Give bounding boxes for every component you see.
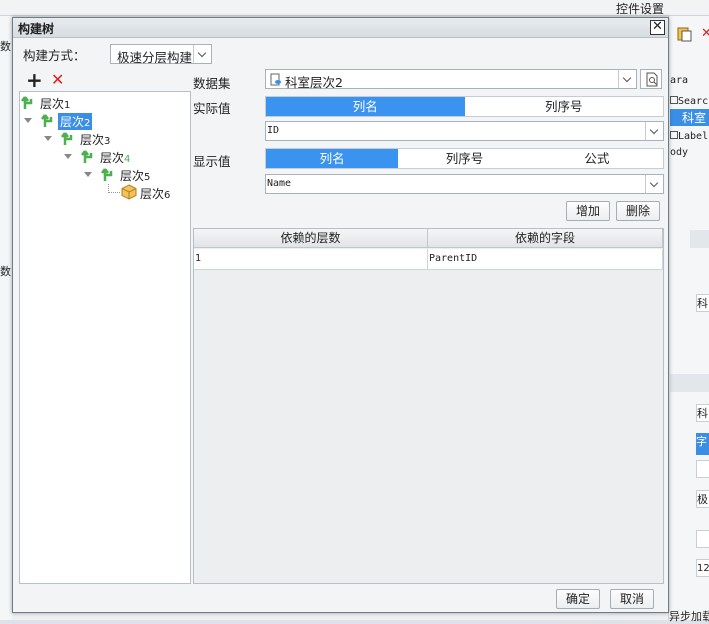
- display-value-mode-tabs: 列名 列序号 公式: [265, 148, 664, 169]
- dialog-title: 构建树: [18, 22, 55, 36]
- background-toolbar: 控件设置: [0, 0, 709, 16]
- chevron-down-icon: [618, 70, 636, 88]
- tab-column-index[interactable]: 列序号: [398, 149, 530, 168]
- chevron-down-icon: [645, 175, 663, 193]
- left-label-2: 数: [0, 265, 11, 278]
- dialog-close-button[interactable]: ✕: [650, 20, 665, 35]
- expand-arrow-icon[interactable]: [84, 172, 92, 177]
- background-bottom: [12, 612, 668, 620]
- build-tree-dialog: 构建树 ✕ 构建方式： 极速分层构建 + ✕ 层次1 层次2 层次3 层次4 层…: [12, 17, 669, 613]
- dialog-titlebar[interactable]: 构建树 ✕: [13, 18, 668, 38]
- database-icon: [270, 73, 282, 86]
- right-field-box-empty-2[interactable]: [696, 530, 709, 548]
- add-row-button[interactable]: 增加: [566, 201, 610, 221]
- right-section-header: [690, 230, 709, 248]
- background-left-panel: 数 数: [0, 16, 12, 620]
- actual-value-mode-tabs: 列名 列序号: [265, 96, 664, 117]
- right-field-box-2[interactable]: 科: [696, 404, 709, 422]
- hierarchy-icon: [61, 130, 77, 146]
- build-mode-value: 极速分层构建: [117, 50, 193, 65]
- tree-item-label[interactable]: Label: [670, 128, 708, 142]
- tree-node-label: 层次5: [120, 169, 151, 183]
- right-section-header-2: [670, 374, 709, 392]
- tab-column-name[interactable]: 列名: [266, 97, 465, 116]
- build-mode-select[interactable]: 极速分层构建: [110, 44, 212, 65]
- hierarchy-icon: [21, 94, 37, 110]
- table-cell-level[interactable]: 1: [194, 249, 428, 270]
- dataset-label: 数据集: [193, 76, 231, 91]
- tree-item-searc[interactable]: Searc: [670, 93, 708, 107]
- right-field-box-4[interactable]: 极: [696, 490, 709, 508]
- display-value-field: Name: [267, 178, 292, 189]
- paste-icon[interactable]: [677, 26, 693, 42]
- chevron-down-icon: [193, 45, 211, 63]
- tab-formula[interactable]: 公式: [531, 149, 663, 168]
- tree-item-selected[interactable]: 科室: [670, 109, 709, 126]
- column-header-level[interactable]: 依赖的层数: [194, 229, 428, 248]
- preview-dataset-button[interactable]: [640, 69, 662, 89]
- delete-row-button[interactable]: 删除: [616, 201, 660, 221]
- hierarchy-icon: [41, 112, 57, 128]
- tab-column-index[interactable]: 列序号: [465, 97, 664, 116]
- right-field-box-empty[interactable]: [696, 460, 709, 478]
- tree-connector: [108, 184, 120, 193]
- expand-arrow-icon[interactable]: [44, 136, 52, 141]
- build-mode-label: 构建方式：: [23, 48, 86, 63]
- column-header-field[interactable]: 依赖的字段: [428, 229, 663, 248]
- control-settings-label: 控件设置: [616, 2, 665, 16]
- actual-value-field: ID: [267, 125, 280, 136]
- add-icon[interactable]: +: [26, 70, 43, 90]
- display-value-select[interactable]: Name: [265, 174, 664, 194]
- leaf-cube-icon: [121, 184, 137, 200]
- ok-button[interactable]: 确定: [556, 589, 600, 609]
- dependency-table: 依赖的层数 依赖的字段 1 ParentID: [193, 228, 664, 584]
- tree-node-label: 层次3: [80, 133, 111, 147]
- close-icon[interactable]: ✕: [701, 26, 709, 41]
- hierarchy-icon: [101, 166, 117, 182]
- level-tree: 层次1 层次2 层次3 层次4 层次5 层次6: [19, 91, 191, 584]
- tab-column-name[interactable]: 列名: [266, 149, 399, 168]
- display-value-label: 显示值: [193, 154, 231, 169]
- tree-node-label-selected: 层次2: [58, 113, 93, 130]
- expand-arrow-icon[interactable]: [24, 118, 32, 123]
- actual-value-select[interactable]: ID: [265, 121, 664, 141]
- expand-arrow-icon[interactable]: [64, 154, 72, 159]
- tree-node-label: 层次1: [40, 97, 71, 111]
- actual-value-label: 实际值: [193, 101, 231, 116]
- tree-item-body[interactable]: ody: [670, 147, 688, 158]
- dataset-select[interactable]: 科室层次2: [265, 69, 637, 90]
- right-field-box-5[interactable]: 12: [696, 559, 709, 577]
- tree-node-label: 层次4: [100, 151, 131, 165]
- delete-icon[interactable]: ✕: [51, 71, 64, 89]
- right-field-box-3[interactable]: 字: [696, 433, 709, 455]
- chevron-down-icon: [645, 122, 663, 140]
- hierarchy-icon: [81, 148, 97, 164]
- background-right-panel: ✕ ara Searc 科室 Label ody 科 科 字 极 12 异步加载: [668, 16, 709, 623]
- preview-icon: [645, 72, 659, 87]
- table-cell-field[interactable]: ParentID: [428, 249, 663, 270]
- async-load-label[interactable]: 异步加载: [669, 608, 709, 624]
- tree-node-label: 层次6: [140, 187, 171, 201]
- left-label-1: 数: [0, 40, 11, 53]
- dataset-value: 科室层次2: [285, 75, 343, 90]
- right-field-box-1[interactable]: 科: [696, 294, 709, 312]
- cancel-button[interactable]: 取消: [610, 589, 654, 609]
- tree-item-ara[interactable]: ara: [670, 75, 688, 86]
